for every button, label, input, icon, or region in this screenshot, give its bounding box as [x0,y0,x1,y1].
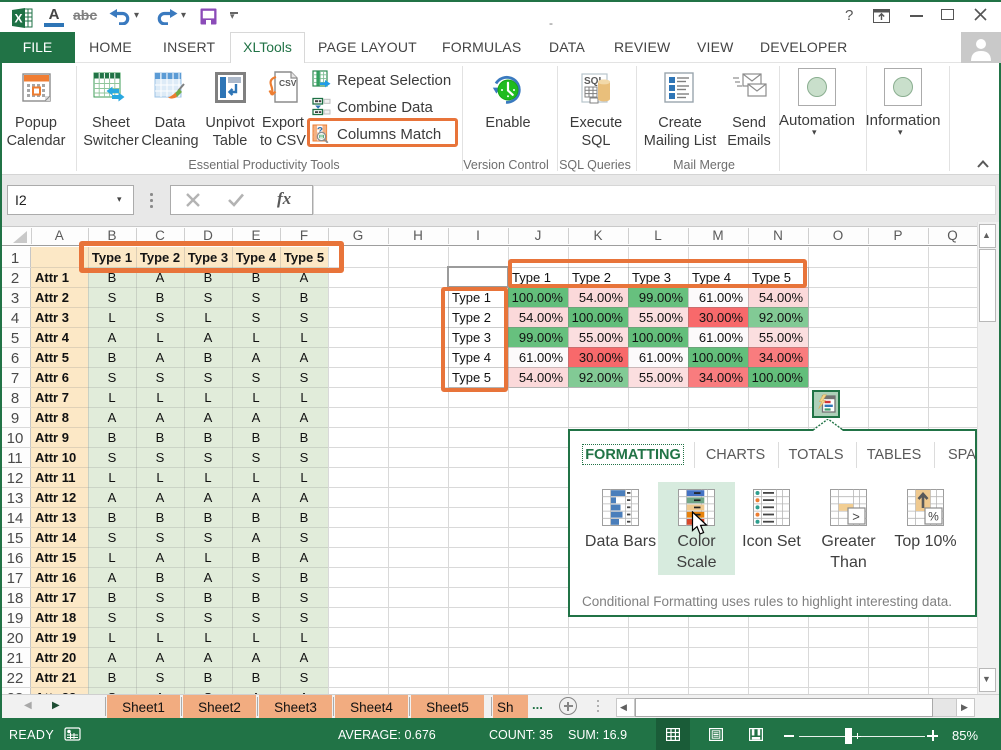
svg-text:X: X [14,12,22,26]
svg-text:CSV: CSV [279,78,297,88]
svg-text:>: > [852,509,860,524]
svg-text:%: % [928,510,939,524]
